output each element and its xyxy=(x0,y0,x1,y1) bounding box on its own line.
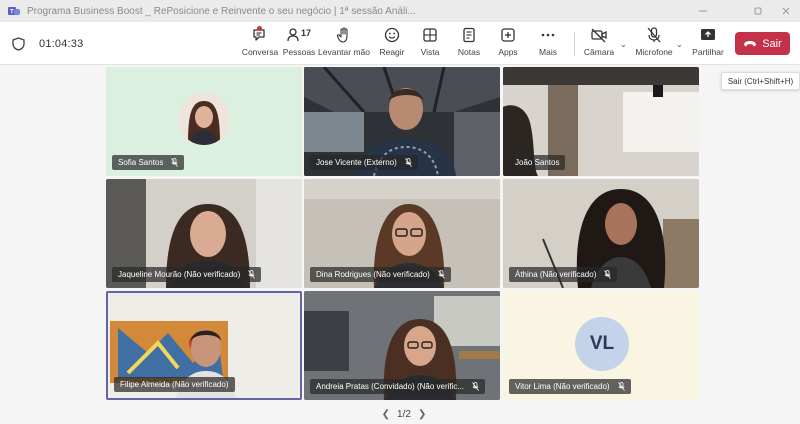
teams-logo-icon: T xyxy=(8,7,20,16)
mic-muted-icon xyxy=(248,270,256,279)
participant-name: João Santos xyxy=(515,158,560,167)
share-label: Partilhar xyxy=(692,47,724,57)
apps-button[interactable]: Apps xyxy=(494,26,522,62)
toolbar-divider xyxy=(574,32,575,56)
hang-up-icon xyxy=(744,40,757,46)
raise-hand-label: Levantar mão xyxy=(318,47,370,57)
grid-view-icon xyxy=(423,28,437,42)
participant-name: Vitor Lima (Não verificado) xyxy=(515,382,610,391)
participant-tile[interactable]: Andreia Pratas (Convidado) (Não verific.… xyxy=(304,291,500,400)
meeting-timer: 01:04:33 xyxy=(39,37,84,50)
close-icon xyxy=(782,7,790,15)
profile-photo xyxy=(178,93,230,145)
participant-name: Jaqueline Mourão (Não verificado) xyxy=(118,270,241,279)
notes-icon xyxy=(463,27,475,43)
people-count: 17 xyxy=(301,28,312,38)
avatar xyxy=(178,93,230,145)
camera-options-chevron-icon[interactable]: ⌄ xyxy=(620,40,627,49)
participant-name-tag: Dina Rodrigues (Não verificado) xyxy=(310,267,451,282)
mic-muted-icon xyxy=(404,158,412,167)
shield-icon[interactable] xyxy=(12,36,25,51)
camera-off-icon xyxy=(591,28,607,43)
participant-tile-active-speaker[interactable]: Filipe Almeida (Não verificado) xyxy=(106,291,302,400)
window-title: Programa Business Boost _ RePosicione e … xyxy=(27,5,416,17)
chat-button[interactable]: Conversa xyxy=(241,26,279,62)
notes-button[interactable]: Notas xyxy=(455,26,483,62)
camera-button[interactable]: Câmara xyxy=(584,26,614,62)
share-screen-icon xyxy=(701,29,715,40)
view-label: Vista xyxy=(420,47,440,57)
notes-label: Notas xyxy=(457,47,481,57)
participant-tile[interactable]: Jose Vicente (Externo) xyxy=(304,67,500,176)
title-bar: T Programa Business Boost _ RePosicione … xyxy=(0,0,800,22)
meeting-toolbar: 01:04:33 Conversa 17 Pessoas Levantar mã… xyxy=(0,22,800,65)
mic-muted-icon xyxy=(472,382,479,391)
participant-tile[interactable]: Jaqueline Mourão (Não verificado) xyxy=(106,179,302,288)
participant-name: Sofia Santos xyxy=(118,158,164,167)
apps-label: Apps xyxy=(498,47,518,57)
microphone-label: Microfone xyxy=(635,47,673,57)
chat-label: Conversa xyxy=(241,47,279,57)
restore-icon xyxy=(754,7,762,15)
avatar-initials: VL xyxy=(575,317,629,371)
participant-tile[interactable]: Áthina (Não verificado) xyxy=(503,179,699,288)
participant-name: Áthina (Não verificado) xyxy=(515,270,597,279)
leave-label: Sair xyxy=(762,37,782,50)
share-button[interactable]: Partilhar xyxy=(692,26,724,62)
page-indicator: 1/2 xyxy=(397,408,411,420)
leave-button[interactable]: Sair xyxy=(735,32,790,55)
people-button[interactable]: 17 Pessoas xyxy=(282,26,316,62)
minimize-icon xyxy=(699,10,707,12)
more-label: Mais xyxy=(539,47,557,57)
participant-tile[interactable]: Sofia Santos xyxy=(106,67,302,176)
participant-name-tag: Sofia Santos xyxy=(112,155,185,170)
participant-name: Jose Vicente (Externo) xyxy=(316,158,397,167)
leave-tooltip: Sair (Ctrl+Shift+H) xyxy=(721,72,800,90)
add-apps-icon xyxy=(501,28,515,42)
svg-text:T: T xyxy=(10,10,14,16)
mic-muted-icon xyxy=(171,158,179,167)
minimize-button[interactable] xyxy=(687,0,719,22)
camera-label: Câmara xyxy=(583,47,615,57)
participant-name-tag: Filipe Almeida (Não verificado) xyxy=(114,377,235,392)
participant-name-tag: Vitor Lima (Não verificado) xyxy=(509,379,631,394)
participant-name-tag: João Santos xyxy=(509,155,566,170)
raise-hand-button[interactable]: Levantar mão xyxy=(318,26,370,62)
gallery-pager: ❮ 1/2 ❯ xyxy=(374,407,434,421)
people-label: Pessoas xyxy=(282,47,316,57)
participant-name-tag: Andreia Pratas (Convidado) (Não verific.… xyxy=(310,379,486,394)
participant-name: Filipe Almeida (Não verificado) xyxy=(120,380,229,389)
participant-tile[interactable]: João Santos xyxy=(503,67,699,176)
participant-tile[interactable]: VL Vitor Lima (Não verificado) xyxy=(503,291,699,400)
more-dots-icon xyxy=(541,33,555,37)
mic-options-chevron-icon[interactable]: ⌄ xyxy=(676,40,683,49)
mic-muted-icon xyxy=(604,270,612,279)
participant-name-tag: Jaqueline Mourão (Não verificado) xyxy=(112,267,262,282)
react-button[interactable]: Reagir xyxy=(377,26,407,62)
smile-icon xyxy=(384,27,400,43)
notification-dot xyxy=(257,26,262,31)
more-button[interactable]: Mais xyxy=(534,26,562,62)
react-label: Reagir xyxy=(379,47,405,57)
participant-tile[interactable]: Dina Rodrigues (Não verificado) xyxy=(304,179,500,288)
mic-muted-icon xyxy=(617,382,625,391)
microphone-button[interactable]: Microfone xyxy=(634,26,674,62)
mic-off-icon xyxy=(647,27,661,43)
mic-muted-icon xyxy=(438,270,445,279)
previous-page-chevron-icon[interactable]: ❮ xyxy=(382,409,390,420)
view-button[interactable]: Vista xyxy=(416,26,444,62)
hand-icon xyxy=(336,27,348,43)
participant-name-tag: Jose Vicente (Externo) xyxy=(310,155,418,170)
participant-name: Andreia Pratas (Convidado) (Não verific.… xyxy=(316,382,465,391)
next-page-chevron-icon[interactable]: ❯ xyxy=(418,409,426,420)
close-window-button[interactable] xyxy=(770,0,800,22)
participant-name: Dina Rodrigues (Não verificado) xyxy=(316,270,430,279)
participant-name-tag: Áthina (Não verificado) xyxy=(509,267,618,282)
